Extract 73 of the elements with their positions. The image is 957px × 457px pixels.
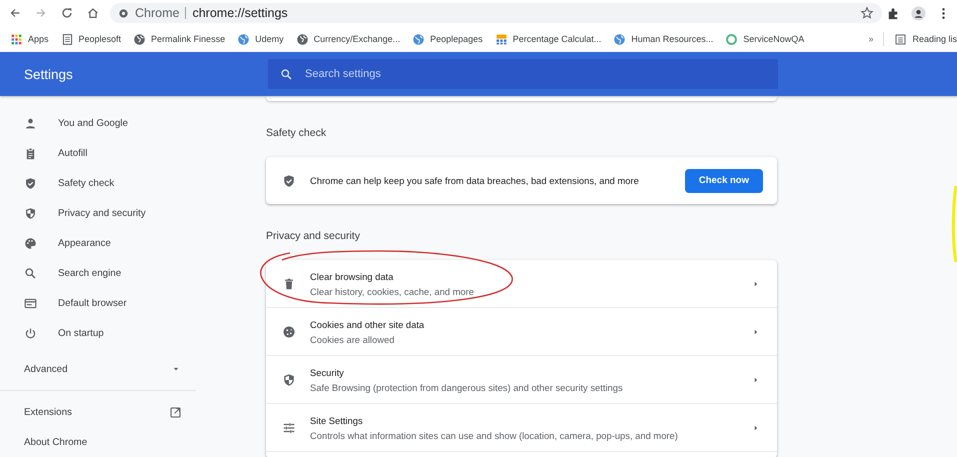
bookmark[interactable]: ServiceNowQA: [725, 32, 804, 46]
row-title: Security: [310, 366, 345, 378]
search-icon: [280, 68, 293, 81]
globe-icon: [412, 32, 426, 46]
site-name: Chrome: [135, 6, 180, 20]
bookmark[interactable]: Percentage Calculat...: [494, 32, 602, 46]
sidebar-item[interactable]: You and Google: [0, 108, 196, 138]
globe-icon: [133, 32, 146, 46]
sidebar-link[interactable]: Extensions: [0, 397, 196, 427]
globe-icon: [296, 32, 309, 46]
settings-row[interactable]: Clear browsing data Clear history, cookies, cache, and more: [266, 260, 777, 307]
sidebar-item[interactable]: Safety check: [0, 168, 196, 198]
sidebar-item[interactable]: On startup: [0, 318, 196, 348]
url-text: chrome://settings: [192, 6, 288, 20]
sidebar-item[interactable]: Privacy and security: [0, 198, 196, 228]
ring-icon: [725, 32, 738, 46]
document-icon: [60, 32, 74, 46]
address-bar[interactable]: Chrome chrome://settings: [110, 3, 882, 23]
clipboard-icon: [24, 146, 37, 160]
shield-check-icon: [282, 174, 296, 188]
globe-icon: [237, 32, 250, 46]
bookmark[interactable]: Apps: [10, 32, 49, 46]
external-link-icon: [169, 406, 182, 418]
shield-icon: [282, 372, 296, 386]
apps-grid-icon: [10, 32, 23, 46]
row-title: Cookies and other site data: [310, 318, 426, 330]
calculator-icon: [494, 32, 508, 46]
search-field[interactable]: Search settings: [268, 59, 778, 89]
profile-avatar-icon[interactable]: [911, 6, 926, 20]
section-title: Safety check: [266, 126, 328, 141]
shield-icon: [24, 206, 37, 220]
check-now-button[interactable]: Check now: [684, 168, 763, 192]
shield-check-icon: [24, 176, 37, 190]
search-icon: [24, 266, 37, 280]
settings-row[interactable]: Cookies and other site data Cookies are allowed: [266, 307, 777, 355]
bookmark[interactable]: Peoplesoft: [60, 32, 122, 46]
bookmark[interactable]: Udemy: [237, 32, 284, 46]
site-info-icon[interactable]: [118, 8, 129, 18]
sidebar-item[interactable]: Autofill: [0, 138, 196, 168]
sidebar-item[interactable]: Search engine: [0, 258, 196, 288]
person-icon: [24, 116, 37, 130]
sidebar-item[interactable]: Appearance: [0, 228, 196, 258]
reading-list-button[interactable]: Reading lis: [894, 32, 957, 46]
row-subtitle: Cookies are allowed: [310, 334, 396, 344]
trash-icon: [282, 276, 296, 290]
bookmark[interactable]: Human Resources...: [613, 32, 714, 46]
home-icon[interactable]: [86, 6, 100, 20]
row-subtitle: Clear history, cookies, cache, and more: [310, 286, 475, 296]
settings-row[interactable]: Site Settings Controls what information sites can use and show (location, camera, pop-ups, and more): [266, 403, 777, 451]
sliders-icon: [282, 420, 296, 434]
row-subtitle: Controls what information sites can use and show (location, camera, pop-ups, and more): [310, 430, 679, 440]
globe-icon: [613, 32, 626, 46]
more-bookmarks-button[interactable]: »: [868, 34, 874, 44]
advanced-toggle[interactable]: Advanced: [0, 354, 196, 384]
row-subtitle: Safe Browsing (protection from dangerous sites) and other security settings: [310, 382, 624, 392]
reload-icon[interactable]: [60, 6, 74, 20]
bookmark[interactable]: Peoplepages: [412, 32, 483, 46]
sidebar-link[interactable]: About Chrome: [0, 427, 196, 457]
reading-list-icon: [894, 32, 908, 46]
page-title: Settings: [23, 66, 74, 82]
browser-window-icon: [24, 296, 37, 310]
star-icon[interactable]: [860, 6, 874, 20]
palette-icon: [24, 236, 37, 250]
bookmark[interactable]: Currency/Exchange...: [296, 32, 400, 46]
bookmark[interactable]: Permalink Finesse: [133, 32, 226, 46]
section-title: Privacy and security: [266, 229, 361, 244]
sidebar-item[interactable]: Default browser: [0, 288, 196, 318]
settings-row[interactable]: Security Safe Browsing (protection from dangerous sites) and other security settings: [266, 355, 777, 403]
cookie-icon: [282, 324, 296, 338]
row-title: Clear browsing data: [310, 270, 394, 282]
row-title: Site Settings: [310, 414, 364, 426]
power-icon: [24, 326, 37, 340]
safety-check-text: Chrome can help keep you safe from data breaches, bad extensions, and more: [310, 175, 640, 186]
